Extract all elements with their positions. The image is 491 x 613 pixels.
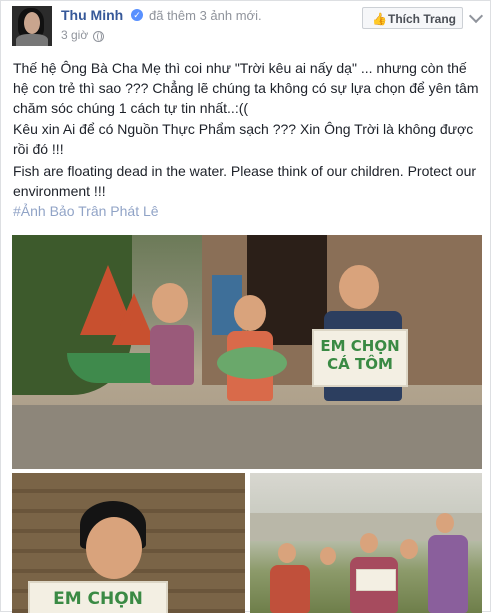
author-name-link[interactable]: Thu Minh [61,7,123,23]
post-paragraph-1: Thế hệ Ông Bà Cha Mẹ thì coi như "Trời k… [13,60,479,116]
post-paragraph-2: Kêu xin Ai để có Nguồn Thực Phẩm sạch ??… [13,121,474,157]
like-page-button[interactable]: 👍 Thích Trang [362,7,463,29]
child-c-head [360,533,378,553]
sign-em-chon-ca-tom: EM CHỌN CÁ TÔM [312,329,408,387]
child-b-head [320,547,336,565]
hashtag-link[interactable]: #Ảnh Bảo Trân Phát Lê [13,203,159,219]
sign-line-1: EM CHỌN [53,589,143,609]
post-photo-bottom-right[interactable] [250,473,482,613]
verified-check-icon: ✓ [131,9,143,21]
post-photo-main[interactable]: EM CHỌN CÁ TÔM [12,235,482,469]
child-e-shirt [428,535,468,613]
child-2-head [234,295,266,331]
child-face [86,517,142,579]
globe-icon [93,31,104,42]
child-a-head [278,543,296,563]
small-sign [356,569,396,591]
sign-em-chon: EM CHỌN [28,581,168,613]
child-d-head [400,539,418,559]
post-action-text: đã thêm 3 ảnh mới. [149,8,262,23]
sign-line-1: EM CHỌN [320,337,400,355]
author-avatar[interactable] [12,6,52,46]
avatar-face [24,12,40,34]
stone-steps [12,405,482,469]
paper-fish [217,347,287,379]
post-photo-bottom-left[interactable]: EM CHỌN [12,473,245,613]
child-e-head [436,513,454,533]
thumbs-up-icon: 👍 [372,12,387,26]
post-paragraph-3: Fish are floating dead in the water. Ple… [13,163,477,199]
avatar-body [16,34,48,46]
chevron-down-icon[interactable] [468,8,484,24]
child-1-head [152,283,188,323]
like-page-label: Thích Trang [388,12,457,26]
child-1-shirt [150,325,194,385]
post-timestamp[interactable]: 3 giờ [61,28,88,42]
child-a-shirt [270,565,310,613]
child-3-head [339,265,379,309]
sign-line-2: CÁ TÔM [327,355,393,373]
post-card: Thu Minh ✓ đã thêm 3 ảnh mới. 3 giờ 👍 Th… [0,0,491,613]
